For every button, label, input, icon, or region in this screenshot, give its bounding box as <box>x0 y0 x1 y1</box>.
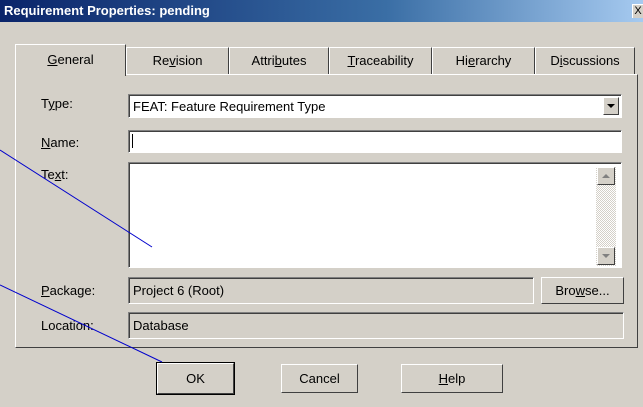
close-icon: X <box>634 5 642 17</box>
tab-revision[interactable]: Revision <box>126 47 229 74</box>
chevron-down-icon <box>602 254 610 258</box>
tab-attributes[interactable]: Attributes <box>229 47 329 74</box>
window-title: Requirement Properties: pending <box>4 3 210 18</box>
title-bar[interactable]: Requirement Properties: pending X <box>0 0 643 22</box>
location-value: Database <box>133 318 189 333</box>
chevron-up-icon <box>602 174 610 178</box>
tab-general[interactable]: General <box>15 44 126 76</box>
ok-button[interactable]: OK <box>156 362 235 395</box>
location-field: Database <box>128 312 624 339</box>
tab-hierarchy[interactable]: Hierarchy <box>432 47 535 74</box>
scroll-down-button[interactable] <box>597 247 615 265</box>
browse-button[interactable]: Browse... <box>541 277 624 304</box>
text-cursor <box>132 134 133 148</box>
chevron-down-icon <box>607 104 615 108</box>
package-value: Project 6 (Root) <box>133 283 225 298</box>
requirement-properties-dialog: Requirement Properties: pending X Genera… <box>0 0 643 407</box>
cancel-button[interactable]: Cancel <box>281 364 358 393</box>
type-value: FEAT: Feature Requirement Type <box>133 99 326 114</box>
tab-traceability[interactable]: Traceability <box>329 47 432 74</box>
type-dropdown-button[interactable] <box>603 97 619 115</box>
name-input[interactable] <box>128 130 622 153</box>
close-button[interactable]: X <box>632 4 643 18</box>
tab-discussions[interactable]: Discussions <box>535 47 635 74</box>
scroll-up-button[interactable] <box>597 167 615 185</box>
help-button[interactable]: Help <box>401 364 503 393</box>
package-field: Project 6 (Root) <box>128 277 534 304</box>
text-area[interactable] <box>128 162 622 268</box>
type-dropdown[interactable]: FEAT: Feature Requirement Type <box>128 94 622 118</box>
